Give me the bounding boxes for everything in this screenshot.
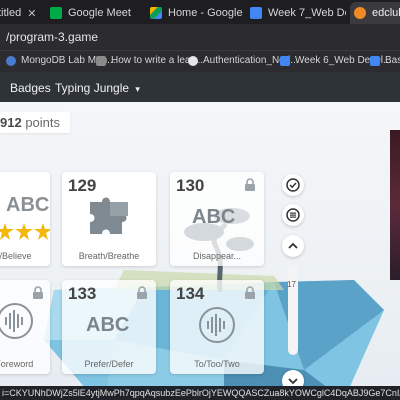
video-panel bbox=[390, 130, 400, 280]
abc-text: ABC bbox=[192, 206, 236, 228]
star-icon bbox=[0, 223, 14, 240]
google-meet-icon bbox=[50, 7, 62, 19]
scroll-page-number: 17 bbox=[287, 280, 296, 289]
lock-icon bbox=[245, 178, 255, 191]
google-docs-icon bbox=[280, 55, 290, 66]
lesson-label: Prefer/Defer bbox=[84, 359, 134, 369]
star-icon bbox=[15, 223, 33, 240]
lesson-label: /Foreword bbox=[0, 359, 34, 369]
puzzle-icon bbox=[90, 197, 128, 234]
abc-icon: ABC bbox=[6, 194, 49, 217]
check-circle-icon bbox=[286, 178, 300, 192]
menu-icon bbox=[286, 208, 300, 222]
google-drive-icon bbox=[150, 7, 162, 19]
lesson-card[interactable]: ABC e/Believe bbox=[0, 172, 50, 266]
chevron-down-icon bbox=[288, 378, 298, 385]
lesson-card-134[interactable]: 134 To/Too/Two bbox=[170, 280, 264, 374]
lesson-card-130[interactable]: 130 ABC Disappear... bbox=[170, 172, 264, 266]
close-icon[interactable]: ✕ bbox=[27, 7, 36, 20]
points-display: 912 points bbox=[0, 112, 71, 133]
star-icon bbox=[6, 55, 16, 66]
menu-button[interactable] bbox=[282, 204, 304, 226]
nav-typing-jungle[interactable]: Typing Jungle ▾ bbox=[55, 81, 140, 95]
scrollbar-track[interactable] bbox=[288, 265, 298, 355]
google-docs-icon bbox=[370, 55, 380, 66]
github-icon bbox=[188, 55, 198, 66]
status-bar-url: i=CKYUNhDWjZs5lE4ytjMwPh7qpqAqsubzEePblr… bbox=[0, 386, 400, 400]
lock-icon bbox=[137, 286, 147, 299]
lesson-card[interactable]: /Foreword bbox=[0, 280, 50, 374]
tab-title: titled bbox=[0, 7, 22, 19]
tab-title: Google Meet bbox=[68, 7, 131, 19]
address-bar[interactable]: /program-3.game bbox=[0, 24, 400, 50]
scroll-up-button[interactable] bbox=[282, 235, 304, 257]
bookmarks-bar: MongoDB Lab Man... How to write a leav..… bbox=[0, 50, 400, 73]
edclub-icon bbox=[354, 7, 366, 19]
abc-icon: ABC bbox=[192, 206, 235, 229]
nav-badges[interactable]: Badges bbox=[10, 81, 51, 95]
bookmark-basic[interactable]: Basic bbox=[370, 55, 400, 66]
browser-tab-bar: titled ✕ Google Meet ✕ Home - Google D ✕… bbox=[0, 0, 400, 24]
abc-text: ABC bbox=[6, 194, 50, 216]
tab-week7-doc[interactable]: Week 7_Web Deve ✕ bbox=[250, 2, 346, 24]
tab-edclub[interactable]: edclub bbox=[350, 2, 400, 24]
abc-text: ABC bbox=[86, 314, 130, 336]
audio-wave-icon bbox=[199, 307, 235, 343]
app-nav-bar: Badges Typing Jungle ▾ bbox=[0, 72, 400, 102]
lesson-card-133[interactable]: 133 ABC Prefer/Defer bbox=[62, 280, 156, 374]
tab-title: edclub bbox=[372, 7, 400, 19]
abc-icon: ABC bbox=[86, 314, 129, 337]
tab-untitled[interactable]: titled ✕ bbox=[0, 2, 42, 24]
arrow-right-icon bbox=[96, 55, 106, 66]
lock-icon bbox=[245, 286, 255, 299]
address-url[interactable]: /program-3.game bbox=[6, 30, 98, 44]
chevron-down-icon: ▾ bbox=[135, 84, 140, 94]
lesson-label: Breath/Breathe bbox=[78, 251, 140, 261]
lesson-number: 130 bbox=[176, 176, 205, 195]
nav-typing-jungle-label: Typing Jungle bbox=[55, 81, 130, 95]
star-rating bbox=[0, 223, 50, 240]
lesson-label: e/Believe bbox=[0, 251, 32, 261]
tab-google-meet[interactable]: Google Meet ✕ bbox=[50, 2, 132, 24]
lock-icon bbox=[33, 286, 43, 299]
lesson-number: 129 bbox=[68, 176, 97, 195]
chevron-up-icon bbox=[288, 242, 298, 249]
star-icon bbox=[34, 223, 50, 240]
lesson-label: Disappear... bbox=[192, 251, 242, 261]
lesson-label: To/Too/Two bbox=[194, 359, 240, 369]
lesson-number: 133 bbox=[68, 284, 97, 303]
points-unit: points bbox=[25, 115, 61, 130]
lesson-map: 912 points ABC e/Believe 129 Breath/Brea… bbox=[0, 102, 400, 386]
google-docs-icon bbox=[250, 7, 262, 19]
bookmark-label: Basic bbox=[385, 55, 400, 66]
lesson-number: 134 bbox=[176, 284, 205, 303]
tab-title: Week 7_Web Deve bbox=[268, 7, 346, 19]
lesson-card-129[interactable]: 129 Breath/Breathe bbox=[62, 172, 156, 266]
scroll-down-button[interactable] bbox=[282, 370, 304, 386]
tab-title: Home - Google D bbox=[168, 7, 246, 19]
points-value: 912 bbox=[0, 115, 22, 130]
tab-google-drive[interactable]: Home - Google D ✕ bbox=[150, 2, 246, 24]
check-progress-button[interactable] bbox=[282, 174, 304, 196]
audio-wave-icon bbox=[0, 303, 33, 339]
